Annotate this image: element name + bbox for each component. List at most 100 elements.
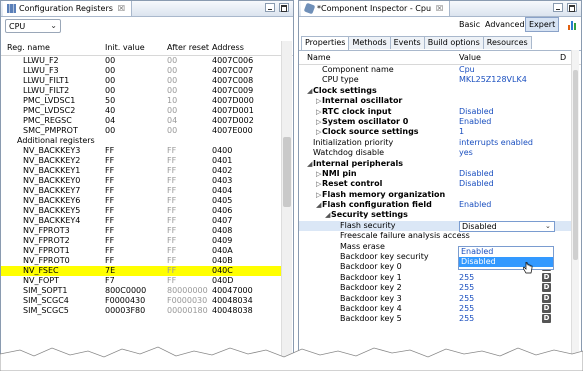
register-row[interactable]: NV_FPROT1 FF FF 040A: [1, 246, 281, 256]
col-address[interactable]: Address: [212, 43, 244, 52]
property-value[interactable]: MKL25Z128VLK4: [459, 75, 527, 85]
register-row[interactable]: PMC_LVDSC1 50 10 4007D000: [1, 96, 281, 106]
init-value[interactable]: FF: [105, 206, 114, 216]
register-row[interactable]: SIM_SCGC4 F0000430 F0000030 40048034: [1, 296, 281, 306]
property-row[interactable]: ◢Internal peripherals: [299, 159, 573, 169]
property-value[interactable]: 255: [459, 283, 474, 293]
details-button[interactable]: D: [542, 293, 551, 303]
register-row[interactable]: NV_BACKKEY7 FF FF 0404: [1, 186, 281, 196]
register-row[interactable]: NV_FPROT3 FF FF 0408: [1, 226, 281, 236]
component-inspector-tab[interactable]: *Component Inspector - Cpu ☒: [301, 1, 451, 16]
tab-build-options[interactable]: Build options: [423, 36, 484, 49]
property-value[interactable]: Disabled: [459, 107, 494, 117]
init-value[interactable]: FF: [105, 256, 114, 266]
dropdown-option[interactable]: Enabled: [459, 247, 553, 257]
property-row[interactable]: Backdoor key 5 255 D: [299, 314, 573, 324]
property-row[interactable]: Backdoor key 3 255 D: [299, 293, 573, 304]
register-row[interactable]: LLWU_FILT2 00 00 4007C009: [1, 86, 281, 96]
property-row[interactable]: ▷NMI pin Disabled: [299, 169, 573, 179]
property-value[interactable]: yes: [459, 148, 473, 158]
bar-chart-icon[interactable]: [568, 19, 578, 30]
property-row[interactable]: CPU type MKL25Z128VLK4: [299, 75, 573, 85]
dropdown-option[interactable]: Disabled: [459, 257, 553, 267]
col-after-reset[interactable]: After reset: [167, 43, 209, 52]
property-row[interactable]: Backdoor key 2 255 D: [299, 283, 573, 293]
init-value[interactable]: F0000430: [105, 296, 145, 306]
init-value[interactable]: 00: [105, 86, 115, 96]
register-row[interactable]: NV_BACKKEY2 FF FF 0401: [1, 156, 281, 166]
init-value[interactable]: 00: [105, 76, 115, 86]
register-row[interactable]: NV_FSEC 7E FF 040C: [1, 266, 281, 276]
minimize-icon[interactable]: [265, 3, 275, 12]
property-value[interactable]: 1: [459, 127, 464, 137]
property-row[interactable]: ◢Clock settings: [299, 86, 573, 96]
col-init-value[interactable]: Init. value: [105, 43, 145, 52]
register-row[interactable]: NV_BACKKEY4 FF FF 0407: [1, 216, 281, 226]
configuration-registers-tab[interactable]: Configuration Registers ☒: [3, 1, 133, 16]
init-value[interactable]: FF: [105, 226, 114, 236]
init-value[interactable]: FF: [105, 186, 114, 196]
property-row[interactable]: ▷RTC clock input Disabled: [299, 107, 573, 117]
init-value[interactable]: 50: [105, 96, 115, 106]
register-row[interactable]: PMC_LVDSC2 40 00 4007D001: [1, 106, 281, 116]
register-row[interactable]: NV_FOPT F7 FF 040D: [1, 276, 281, 286]
col-details[interactable]: D: [560, 53, 566, 62]
scrollbar-thumb[interactable]: [573, 70, 578, 260]
property-value[interactable]: 255: [459, 273, 474, 283]
tab-events[interactable]: Events: [389, 36, 425, 49]
property-value[interactable]: Disabled: [459, 179, 494, 189]
register-row[interactable]: SIM_SOPT1 800C0000 80000000 40047000: [1, 286, 281, 296]
section-header[interactable]: Additional registers: [1, 136, 281, 146]
init-value[interactable]: FF: [105, 216, 114, 226]
property-row[interactable]: Watchdog disable yes: [299, 148, 573, 158]
right-vertical-scrollbar[interactable]: [571, 50, 579, 361]
maximize-icon[interactable]: [567, 3, 577, 12]
property-value[interactable]: interrupts enabled: [459, 138, 533, 148]
property-row[interactable]: Flash security Disabled ⌄: [299, 220, 573, 232]
col-value[interactable]: Value: [459, 53, 481, 62]
tab-methods[interactable]: Methods: [348, 36, 391, 49]
init-value[interactable]: FF: [105, 166, 114, 176]
init-value[interactable]: FF: [105, 156, 114, 166]
init-value[interactable]: FF: [105, 176, 114, 186]
property-row[interactable]: ◢Security settings: [299, 210, 573, 220]
property-value[interactable]: 255: [459, 304, 474, 314]
register-row[interactable]: NV_BACKKEY6 FF FF 0405: [1, 196, 281, 206]
register-row[interactable]: NV_BACKKEY3 FF FF 0400: [1, 146, 281, 156]
property-row[interactable]: Backdoor key 4 255 D: [299, 303, 573, 314]
init-value[interactable]: FF: [105, 236, 114, 246]
register-row[interactable]: LLWU_FILT1 00 00 4007C008: [1, 76, 281, 86]
property-value[interactable]: 255: [459, 314, 474, 324]
register-row[interactable]: PMC_REGSC 04 04 4007D002: [1, 116, 281, 126]
property-row[interactable]: Component name Cpu: [299, 65, 573, 75]
minimize-icon[interactable]: [553, 3, 563, 12]
property-row[interactable]: ◢Flash configuration field Enabled: [299, 200, 573, 210]
tab-resources[interactable]: Resources: [482, 36, 532, 49]
register-row[interactable]: NV_BACKKEY0 FF FF 0403: [1, 176, 281, 186]
register-row[interactable]: NV_FPROT2 FF FF 0409: [1, 236, 281, 246]
property-row[interactable]: ▷Clock source settings 1: [299, 127, 573, 137]
property-row[interactable]: Initialization priority interrupts enable…: [299, 138, 573, 148]
init-value[interactable]: 00: [105, 56, 115, 66]
register-row[interactable]: SIM_SCGC5 00003F80 00000180 40048038: [1, 306, 281, 316]
property-value[interactable]: Disabled: [459, 169, 494, 179]
init-value[interactable]: 40: [105, 106, 115, 116]
flash-security-dropdown-list[interactable]: Enabled Disabled: [458, 246, 554, 270]
property-row[interactable]: Backdoor key 1 255 D: [299, 272, 573, 283]
col-name[interactable]: Name: [307, 53, 331, 62]
advanced-mode-button[interactable]: Advanced: [482, 18, 528, 31]
property-value[interactable]: Enabled: [459, 200, 491, 210]
property-row[interactable]: ▷Flash memory organization: [299, 190, 573, 200]
register-row[interactable]: LLWU_F3 00 00 4007C007: [1, 66, 281, 76]
property-value[interactable]: 255: [459, 294, 474, 304]
details-button[interactable]: D: [542, 272, 551, 282]
init-value[interactable]: FF: [105, 196, 114, 206]
init-value[interactable]: 800C0000: [105, 286, 146, 296]
basic-mode-button[interactable]: Basic: [456, 18, 483, 31]
init-value[interactable]: 04: [105, 116, 115, 126]
register-row[interactable]: NV_FPROT0 FF FF 040B: [1, 256, 281, 266]
register-row[interactable]: SMC_PMPROT 00 00 4007E000: [1, 126, 281, 136]
details-button[interactable]: D: [542, 283, 551, 293]
property-row[interactable]: ▷Reset control Disabled: [299, 179, 573, 189]
details-button[interactable]: D: [542, 314, 551, 324]
